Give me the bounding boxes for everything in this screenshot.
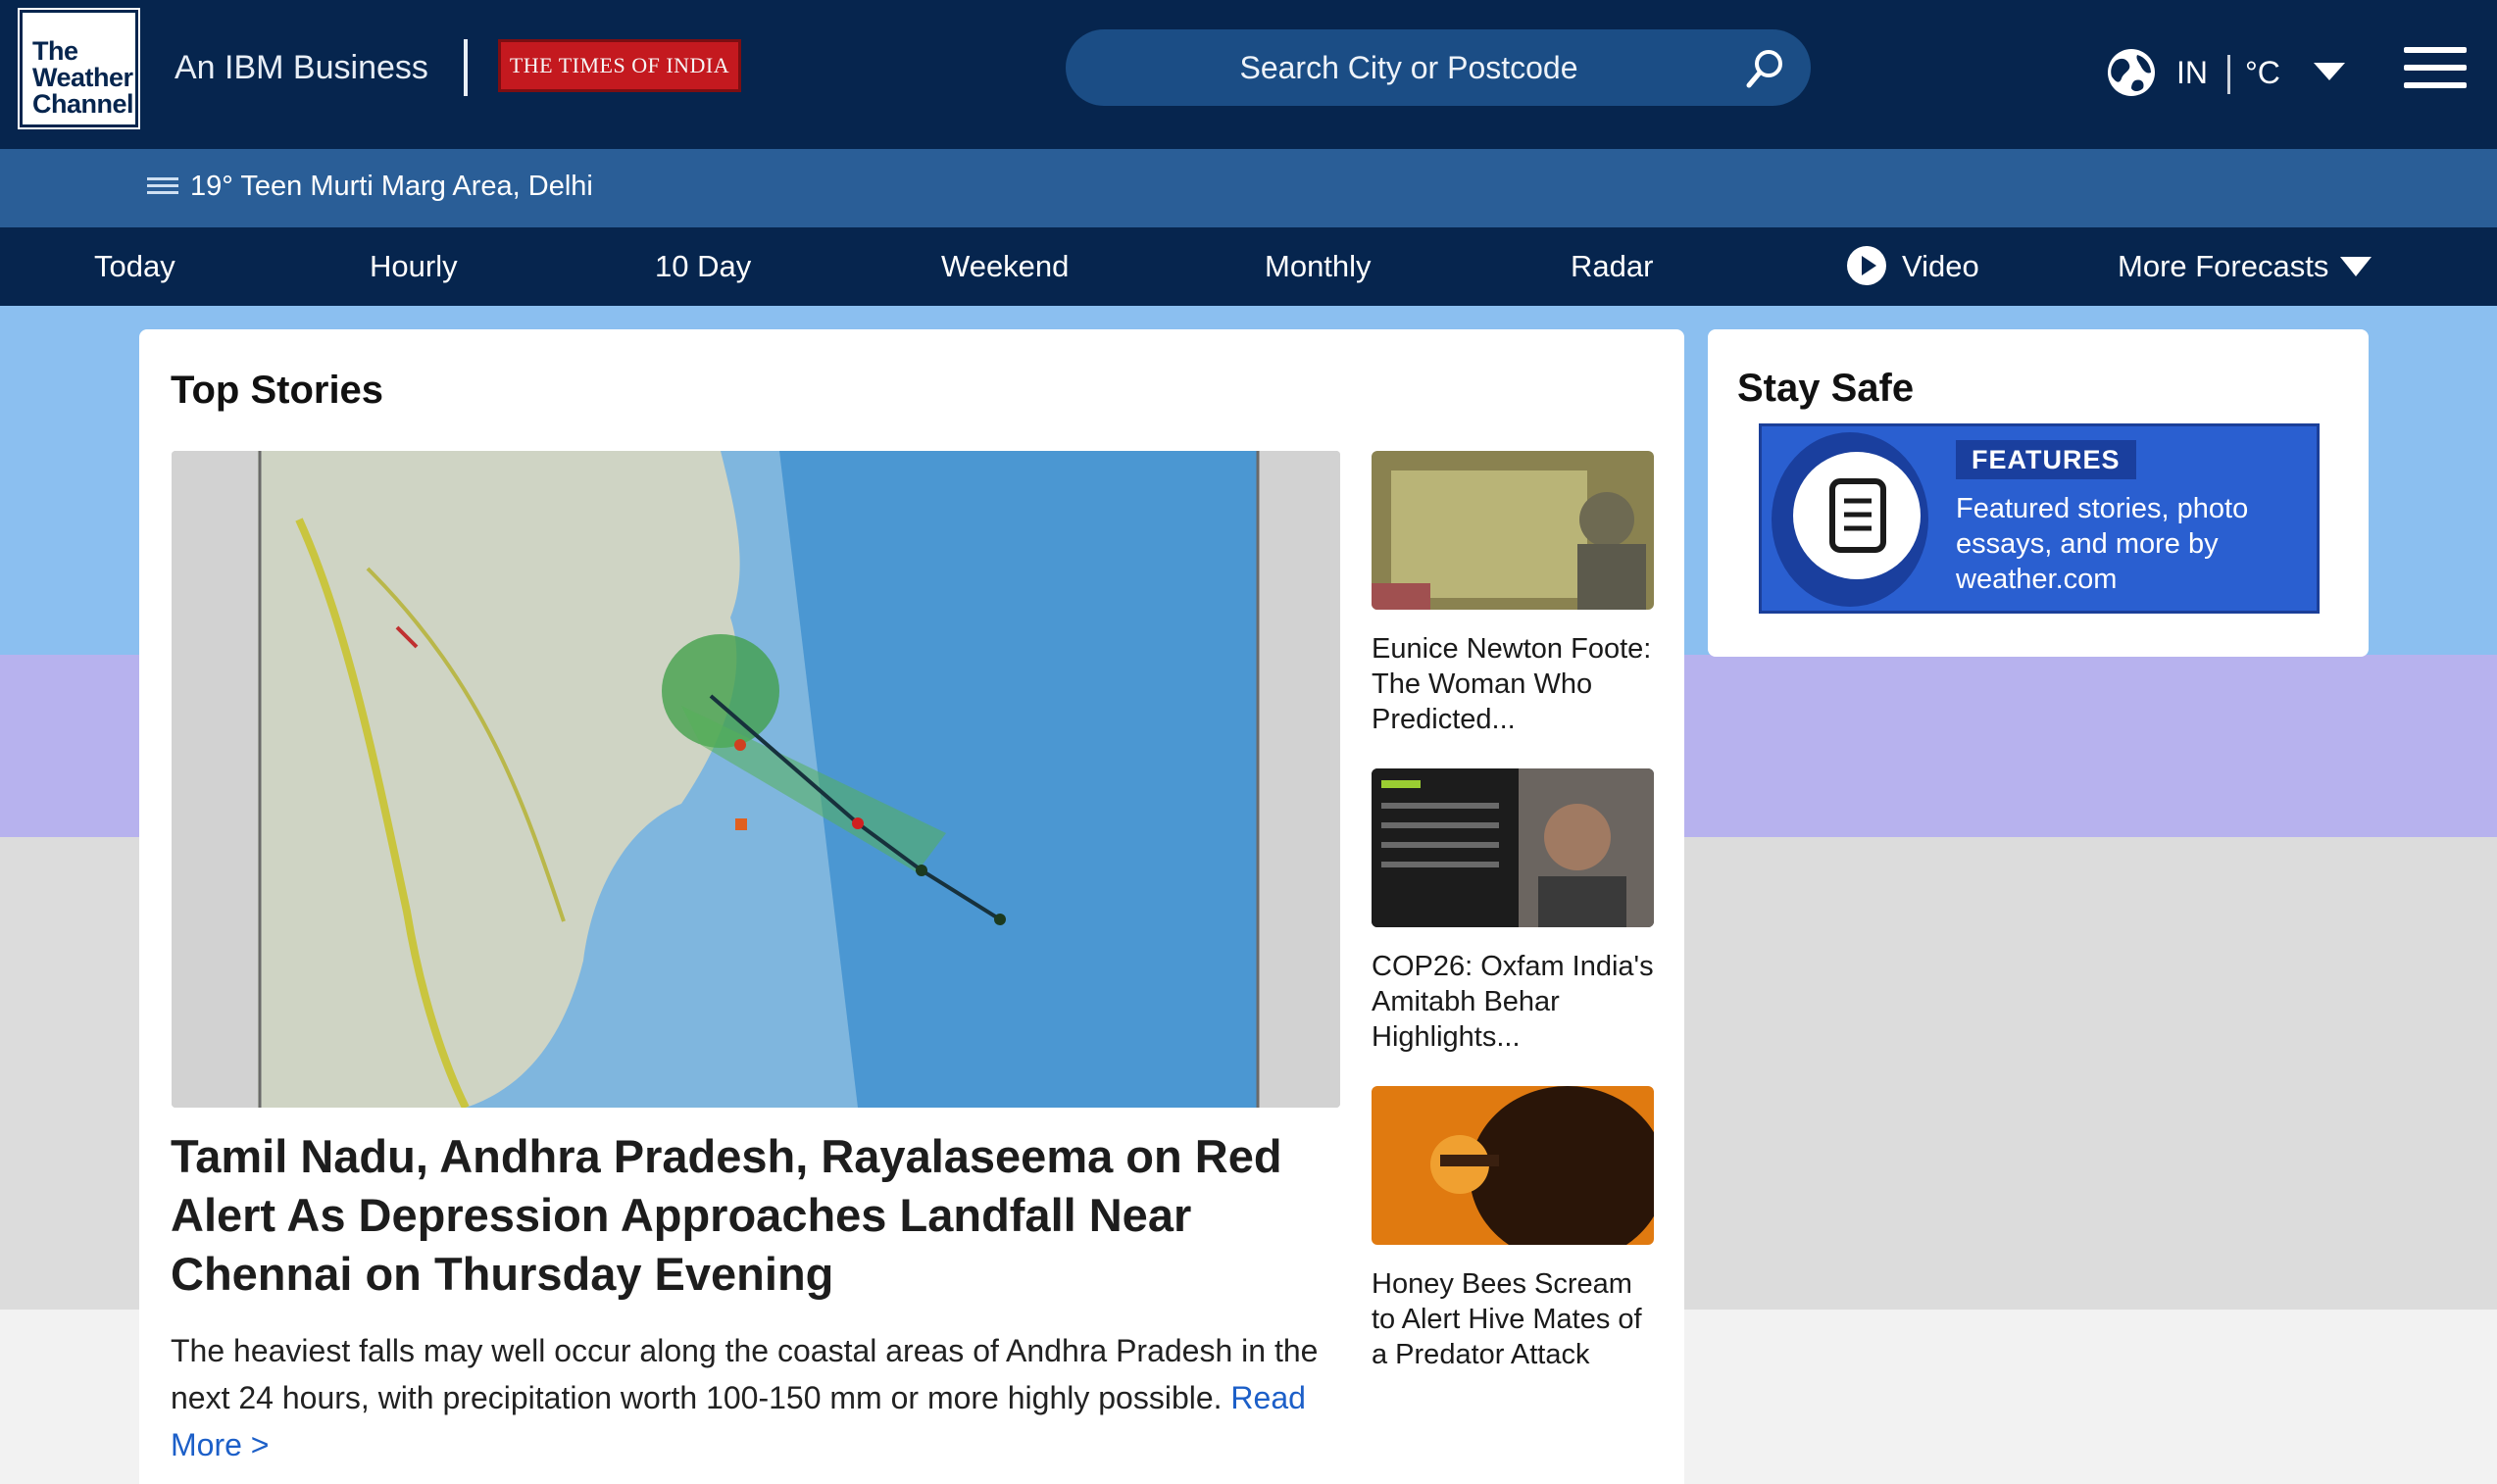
header-divider [464,39,468,96]
nav-more-forecasts-label: More Forecasts [2118,249,2329,283]
features-tag: FEATURES [1956,440,2136,479]
side-story-2[interactable]: COP26: Oxfam India's Amitabh Behar Highl… [1372,768,1654,1055]
current-location[interactable]: 19° Teen Murti Marg Area, Delhi [190,171,593,203]
location-name: Teen Murti Marg Area, Delhi [240,171,593,202]
caret-down-icon [2340,256,2372,276]
logo-line-2: Weather [32,63,133,92]
features-banner[interactable]: FEATURES Featured stories, photo essays,… [1759,423,2320,614]
side-story-3[interactable]: Honey Bees Scream to Alert Hive Mates of… [1372,1086,1654,1372]
side-story-1[interactable]: Eunice Newton Foote: The Woman Who Predi… [1372,451,1654,737]
region-selector[interactable]: IN [2176,55,2208,91]
story-thumbnail[interactable] [1372,768,1654,927]
play-icon[interactable] [1846,245,1887,286]
features-description: Featured stories, photo essays, and more… [1956,493,2249,595]
nav-more-forecasts[interactable]: More Forecasts [2118,227,2372,306]
side-story-title[interactable]: Honey Bees Scream to Alert Hive Mates of… [1372,1266,1654,1372]
top-stories-card: Top Stories Tamil Nadu, Andhra Pradesh, … [139,329,1684,1484]
feature-circle [1793,452,1921,579]
current-temperature: 19° [190,171,233,202]
hero-headline[interactable]: Tamil Nadu, Andhra Pradesh, Rayalaseema … [171,1127,1347,1304]
nav-radar[interactable]: Radar [1571,227,1653,306]
story-thumbnail[interactable] [1372,451,1654,610]
search-icon[interactable] [1744,47,1787,90]
nav-monthly[interactable]: Monthly [1265,227,1372,306]
nav-video[interactable]: Video [1902,227,1979,306]
side-story-title[interactable]: Eunice Newton Foote: The Woman Who Predi… [1372,631,1654,737]
nav-today[interactable]: Today [94,227,175,306]
search-input[interactable] [1095,29,1723,106]
ibm-business-label: An IBM Business [175,49,428,86]
logo-line-1: The [32,36,78,66]
weather-channel-logo[interactable]: The Weather Channel [18,8,140,129]
top-stories-title: Top Stories [171,369,384,412]
site-header: The Weather Channel An IBM Business THE … [0,0,2497,149]
nav-weekend[interactable]: Weekend [941,227,1069,306]
location-bar: 19° Teen Murti Marg Area, Delhi [0,149,2497,227]
feature-ring [1772,432,1928,607]
nav-hourly[interactable]: Hourly [370,227,458,306]
document-icon [1829,478,1886,553]
search-bar [1066,29,1811,106]
logo-line-3: Channel [32,89,134,119]
chevron-down-icon[interactable] [2314,63,2345,80]
forecast-nav: Today Hourly 10 Day Weekend Monthly Rada… [0,227,2497,306]
story-thumbnail[interactable] [1372,1086,1654,1245]
nav-10-day[interactable]: 10 Day [655,227,751,306]
unit-divider [2227,55,2230,94]
stay-safe-title: Stay Safe [1737,367,1915,410]
stay-safe-card: Stay Safe FEATURES Featured stories, pho… [1708,329,2369,657]
globe-icon[interactable] [2106,47,2157,98]
hamburger-menu-icon[interactable] [2404,47,2467,92]
times-of-india-logo[interactable]: THE TIMES OF INDIA [498,39,741,92]
hero-image-cyclone-map[interactable] [172,451,1340,1108]
hero-summary: The heaviest falls may well occur along … [171,1327,1347,1468]
haze-icon [147,177,178,194]
hero-summary-text: The heaviest falls may well occur along … [171,1333,1319,1415]
side-story-title[interactable]: COP26: Oxfam India's Amitabh Behar Highl… [1372,949,1654,1055]
temperature-unit[interactable]: °C [2245,55,2280,91]
